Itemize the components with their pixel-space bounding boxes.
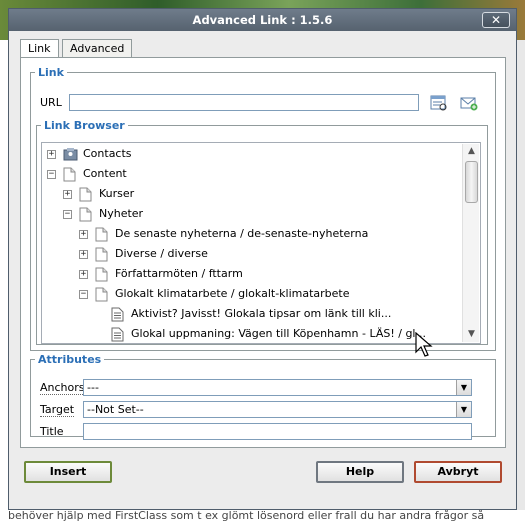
expand-icon[interactable]: + [79,250,88,259]
link-browser-fieldset: Link Browser + Contacts − Content + Kurser − Ny… [36,119,488,345]
attributes-fieldset: Attributes Anchors --- ▼ Target --Not Se… [30,353,496,440]
tab-advanced[interactable]: Advanced [62,39,133,57]
cancel-button[interactable]: Avbryt [414,461,502,483]
chevron-down-icon: ▼ [456,380,471,395]
target-label: Target [40,403,75,417]
link-tree[interactable]: + Contacts − Content + Kurser − Nyheter + De sena… [41,142,481,344]
tree-row-label: Diverse / diverse [115,247,208,260]
anchors-value: --- [87,381,99,394]
url-label: URL [40,96,62,109]
tree-row-label: Contacts [83,147,132,160]
target-value: --Not Set-- [87,403,144,416]
email-link-icon[interactable] [460,95,478,111]
expand-icon[interactable]: + [47,150,56,159]
chevron-down-icon: ▼ [456,402,471,417]
expand-icon[interactable]: + [63,190,72,199]
expand-icon[interactable]: + [79,230,88,239]
contacts-icon [63,147,78,162]
tree-row-label: Aktivist? Javisst! Glokala tipsar om län… [131,307,392,320]
document-icon [111,327,124,342]
tab-panel-link: Link URL Link Browser + Contacts − Conte… [20,57,506,448]
link-fieldset: Link URL Link Browser + Contacts − Conte… [30,66,496,351]
scroll-down-icon[interactable]: ▼ [464,327,479,342]
link-legend: Link [38,66,64,79]
scroll-thumb[interactable] [465,161,478,203]
page-icon [95,247,108,262]
title-input[interactable] [83,423,472,440]
tree-scrollbar[interactable]: ▲ ▼ [462,144,479,342]
browse-list-icon[interactable] [430,95,448,111]
anchors-select[interactable]: --- ▼ [83,379,472,396]
collapse-icon[interactable]: − [79,290,88,299]
collapse-icon[interactable]: − [47,170,56,179]
page-icon [95,227,108,242]
link-browser-legend: Link Browser [44,119,125,132]
page-icon [95,267,108,282]
advanced-link-dialog: Advanced Link : 1.5.6 ✕ Link Advanced Li… [8,8,517,510]
collapse-icon[interactable]: − [63,210,72,219]
expand-icon[interactable]: + [79,270,88,279]
document-icon [111,307,124,322]
dialog-titlebar[interactable]: Advanced Link : 1.5.6 ✕ [9,9,516,31]
close-icon: ✕ [490,13,502,27]
scroll-up-icon[interactable]: ▲ [464,144,479,159]
page-icon [95,287,108,302]
tree-row-label: Content [83,167,127,180]
background-text: behöver hjälp med FirstClass som t ex gl… [8,509,485,522]
insert-button[interactable]: Insert [24,461,112,483]
page-icon [79,187,92,202]
dialog-title: Advanced Link : 1.5.6 [192,13,333,27]
attributes-legend: Attributes [38,353,102,366]
tab-link[interactable]: Link [20,39,59,58]
tree-row-label: Kurser [99,187,135,200]
tree-row-label: De senaste nyheterna / de-senaste-nyhete… [115,227,369,240]
target-select[interactable]: --Not Set-- ▼ [83,401,472,418]
url-input[interactable] [69,94,419,111]
help-button[interactable]: Help [316,461,404,483]
tree-row-label: Nyheter [99,207,144,220]
title-label: Title [40,425,64,438]
mouse-pointer-icon [415,332,433,357]
anchors-label: Anchors [40,381,85,395]
page-icon [63,167,76,182]
tree-row-label: Författarmöten / fttarm [115,267,243,280]
tree-row-label: Glokal uppmaning: Vägen till Köpenhamn -… [131,327,426,340]
tree-row-label: Glokalt klimatarbete / glokalt-klimatarb… [115,287,350,300]
close-button[interactable]: ✕ [482,12,510,28]
page-icon [79,207,92,222]
